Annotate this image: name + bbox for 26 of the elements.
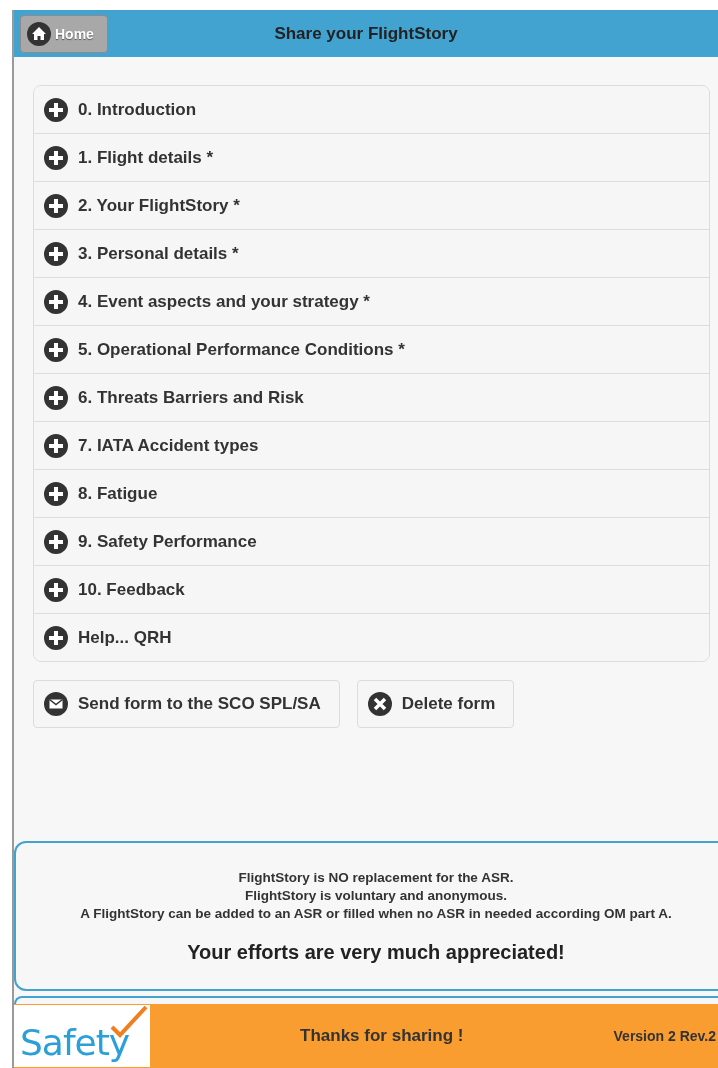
closing-message: Your efforts are very much appreciated! — [187, 941, 565, 964]
plus-icon — [44, 433, 68, 458]
plus-icon — [44, 481, 68, 506]
page-title: Share your FlightStory — [273, 23, 459, 44]
plus-icon — [44, 241, 68, 266]
send-button[interactable]: Send form to the SCO SPL/SA — [33, 680, 340, 728]
notice-text: FlightStory is NO replacement for the ASR. — [238, 869, 514, 887]
home-icon — [27, 21, 51, 46]
accordion-item[interactable]: Help... QRH — [34, 613, 709, 661]
mail-icon — [44, 692, 68, 716]
plus-icon — [44, 145, 68, 170]
plus-icon — [44, 337, 68, 362]
plus-icon — [44, 625, 68, 650]
footer-message: Thanks for sharing ! — [299, 1026, 465, 1046]
plus-icon — [44, 289, 68, 314]
delete-button[interactable]: Delete form — [356, 680, 515, 728]
plus-icon — [44, 529, 68, 554]
plus-icon — [44, 577, 68, 602]
version-label: Version 2 Rev.2 — [613, 1028, 717, 1044]
close-icon — [367, 692, 392, 716]
plus-icon — [44, 193, 68, 218]
notice-text: A FlightStory can be added to an ASR or filled when no ASR in needed according OM part A. — [80, 905, 672, 923]
plus-icon — [44, 385, 68, 410]
notice-text: FlightStory is voluntary and anonymous. — [245, 887, 507, 905]
safety-logo: Safety — [14, 1005, 150, 1067]
plus-icon — [44, 97, 68, 122]
